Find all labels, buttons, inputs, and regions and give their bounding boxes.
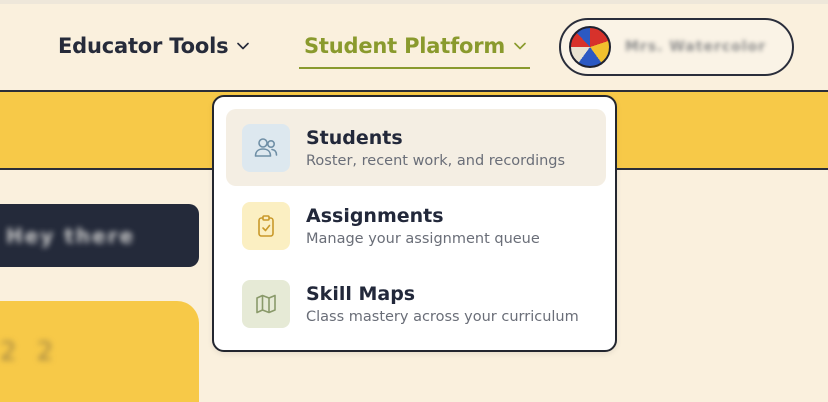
menu-item-title: Students	[306, 126, 403, 149]
nav-student-platform[interactable]: Student Platform	[304, 34, 526, 58]
menu-item-students[interactable]: Students Roster, recent work, and record…	[226, 109, 606, 186]
account-menu-button[interactable]: Mrs. Watercolor	[559, 18, 794, 76]
dark-tile[interactable]: Hey there	[0, 204, 199, 267]
yellow-card-text: 2 2	[0, 337, 60, 367]
avatar	[569, 26, 611, 68]
menu-item-assignments[interactable]: Assignments Manage your assignment queue	[226, 187, 606, 264]
map-icon	[242, 279, 290, 328]
account-name: Mrs. Watercolor	[625, 39, 767, 55]
menu-item-subtitle: Class mastery across your curriculum	[306, 308, 579, 325]
menu-item-skill-maps[interactable]: Skill Maps Class mastery across your cur…	[226, 265, 606, 342]
active-nav-underline	[299, 67, 530, 69]
nav-student-platform-label: Student Platform	[304, 34, 506, 58]
menu-item-title: Assignments	[306, 204, 444, 227]
menu-item-title: Skill Maps	[306, 282, 416, 305]
chevron-down-icon	[514, 42, 526, 50]
nav-educator-tools-label: Educator Tools	[58, 34, 229, 58]
clipboard-check-icon	[242, 201, 290, 250]
menu-item-subtitle: Manage your assignment queue	[306, 230, 540, 247]
dark-tile-text: Hey there	[6, 224, 136, 248]
menu-item-subtitle: Roster, recent work, and recordings	[306, 152, 566, 169]
top-navigation: Educator Tools Student Platform Mrs. Wat…	[0, 4, 828, 90]
users-icon	[242, 123, 290, 172]
chevron-down-icon	[237, 42, 250, 50]
student-platform-dropdown: Students Roster, recent work, and record…	[212, 95, 617, 352]
nav-educator-tools[interactable]: Educator Tools	[58, 34, 250, 58]
yellow-card[interactable]: 2 2	[0, 301, 199, 402]
